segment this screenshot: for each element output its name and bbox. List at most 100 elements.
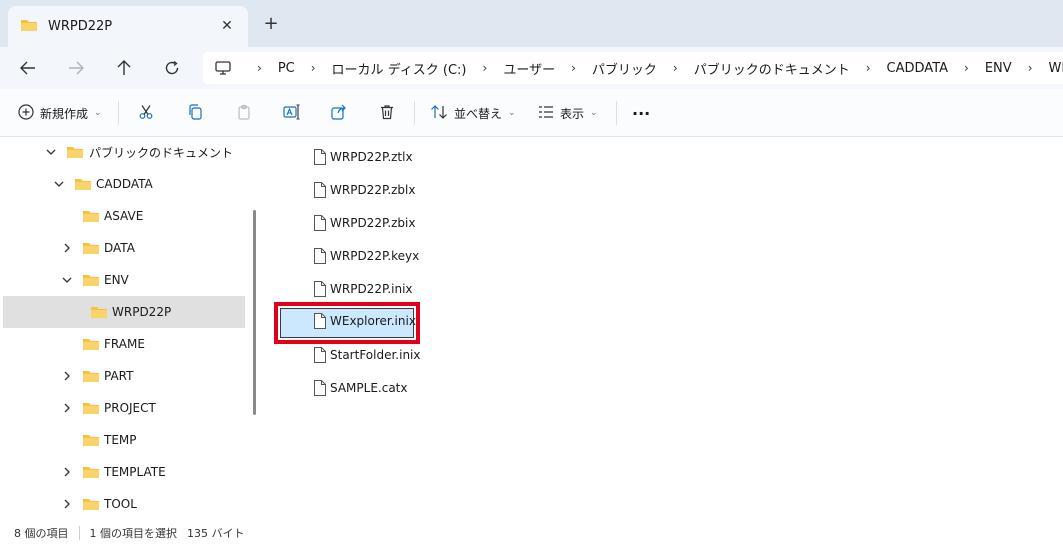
folder-icon (83, 275, 99, 286)
breadcrumb-pc[interactable]: PC (274, 61, 299, 76)
sidebar-item-label: FRAME (104, 337, 145, 351)
file-icon (314, 248, 326, 264)
file-name: WRPD22P.keyx (330, 249, 420, 263)
chevron-down-icon: ⌄ (508, 108, 516, 118)
red-annotation-box (274, 302, 420, 344)
breadcrumb-public[interactable]: パブリック (588, 59, 661, 78)
sidebar-item-template[interactable]: TEMPLATE (3, 456, 245, 488)
toolbar-divider (414, 101, 415, 125)
sidebar-scrollbar[interactable] (253, 210, 256, 415)
paste-button[interactable] (236, 101, 252, 125)
sidebar-item-wrpd22p[interactable]: WRPD22P (3, 296, 245, 328)
chevron-right-icon[interactable] (61, 498, 73, 510)
title-bar: WRPD22P ✕ + (0, 0, 1063, 47)
file-name: WRPD22P.zblx (330, 183, 416, 197)
toolbar-divider (616, 101, 617, 125)
copy-button[interactable] (187, 101, 203, 125)
scissors-icon (138, 104, 154, 123)
folder-icon (83, 499, 99, 510)
refresh-icon[interactable] (158, 54, 186, 82)
list-item[interactable]: WRPD22P.inix (276, 274, 546, 304)
chevron-right-icon[interactable] (61, 370, 73, 382)
list-item[interactable]: SAMPLE.catx (276, 373, 546, 403)
sidebar-item-label: TEMP (104, 433, 137, 447)
forward-arrow-icon[interactable] (62, 54, 90, 82)
plus-circle-icon (18, 103, 34, 123)
file-icon (314, 182, 326, 198)
list-item[interactable]: WRPD22P.zblx (276, 175, 546, 205)
tab-wrpd22p[interactable]: WRPD22P ✕ (8, 6, 248, 47)
chevron-right-icon[interactable] (61, 466, 73, 478)
close-tab-icon[interactable]: ✕ (218, 17, 236, 35)
sidebar-item-part[interactable]: PART (3, 360, 245, 392)
file-icon (314, 281, 326, 297)
back-arrow-icon[interactable] (14, 54, 42, 82)
sidebar-item-label: PART (104, 369, 134, 383)
folder-icon (83, 371, 99, 382)
breadcrumb-caddata[interactable]: CADDATA (883, 61, 952, 76)
navigation-pane: パブリックのドキュメント CADDATA ASAVE DATA ENV WRPD… (0, 137, 262, 521)
folder-icon (83, 403, 99, 414)
sort-button[interactable]: 並べ替え ⌄ (430, 101, 516, 125)
folder-icon (75, 179, 91, 190)
more-options-button[interactable]: ··· (632, 101, 650, 125)
selected-count: 1 個の項目を選択 (89, 527, 178, 540)
rename-button[interactable] (283, 101, 301, 125)
view-button-label: 表示 (560, 106, 585, 121)
chevron-down-icon[interactable] (45, 146, 57, 158)
breadcrumb-local-disk[interactable]: ローカル ディスク (C:) (328, 59, 471, 78)
sort-button-label: 並べ替え (454, 106, 503, 121)
sidebar-item-frame[interactable]: FRAME (3, 328, 245, 360)
sidebar-item-public-documents[interactable]: パブリックのドキュメント (3, 137, 245, 168)
sidebar-item-caddata[interactable]: CADDATA (3, 168, 245, 200)
breadcrumb-public-documents[interactable]: パブリックのドキュメント (690, 59, 854, 78)
sidebar-item-label: ASAVE (104, 209, 144, 223)
cut-button[interactable] (138, 101, 154, 125)
sidebar-item-temp[interactable]: TEMP (3, 424, 245, 456)
chevron-down-icon[interactable] (61, 274, 73, 286)
sidebar-item-tool[interactable]: TOOL (3, 488, 245, 520)
breadcrumb-env[interactable]: ENV (981, 61, 1016, 76)
chevron-down-icon[interactable] (53, 178, 65, 190)
new-tab-button[interactable]: + (260, 12, 282, 34)
sidebar-item-data[interactable]: DATA (3, 232, 245, 264)
file-name: WRPD22P.inix (330, 282, 413, 296)
copy-icon (187, 103, 203, 123)
sidebar-item-asave[interactable]: ASAVE (3, 200, 245, 232)
file-name: WRPD22P.zbix (330, 216, 416, 230)
sidebar-item-project[interactable]: PROJECT (3, 392, 245, 424)
view-button[interactable]: 表示 ⌄ (538, 101, 598, 125)
status-divider (78, 526, 80, 540)
sidebar-item-env[interactable]: ENV (3, 264, 245, 296)
sidebar-item-label: WRPD22P (112, 305, 172, 319)
chevron-down-icon: ⌄ (94, 108, 102, 118)
sidebar-item-label: CADDATA (96, 177, 153, 191)
list-item[interactable]: WRPD22P.zbix (276, 208, 546, 238)
address-bar[interactable]: › PC › ローカル ディスク (C:) › ユーザー › パブリック › パ… (203, 52, 1063, 84)
breadcrumb-separator: › (571, 61, 576, 75)
list-item[interactable]: WRPD22P.keyx (276, 241, 546, 271)
breadcrumb-separator: › (964, 61, 969, 75)
computer-icon (215, 60, 231, 76)
sidebar-item-label: TOOL (104, 497, 137, 511)
up-arrow-icon[interactable] (110, 54, 138, 82)
sidebar-item-label: DATA (104, 241, 135, 255)
breadcrumb-wrpd22p[interactable]: WRPD22P (1045, 61, 1063, 76)
share-button[interactable] (331, 101, 347, 125)
new-button[interactable]: 新規作成 ⌄ (18, 101, 102, 125)
list-item[interactable]: WRPD22P.ztlx (276, 142, 546, 172)
list-item[interactable]: StartFolder.inix (276, 340, 546, 370)
delete-button[interactable] (379, 101, 395, 125)
chevron-right-icon[interactable] (61, 402, 73, 414)
file-icon (314, 380, 326, 396)
breadcrumb-users[interactable]: ユーザー (499, 59, 559, 78)
breadcrumb-separator: › (310, 61, 316, 75)
folder-icon (83, 243, 99, 254)
selected-size: 135 バイト (187, 527, 245, 540)
file-icon (314, 149, 326, 165)
chevron-right-icon[interactable] (61, 242, 73, 254)
sidebar-item-label: PROJECT (104, 401, 156, 415)
tab-title: WRPD22P (48, 19, 113, 34)
new-button-label: 新規作成 (40, 106, 89, 121)
breadcrumb-separator: › (1027, 61, 1033, 75)
